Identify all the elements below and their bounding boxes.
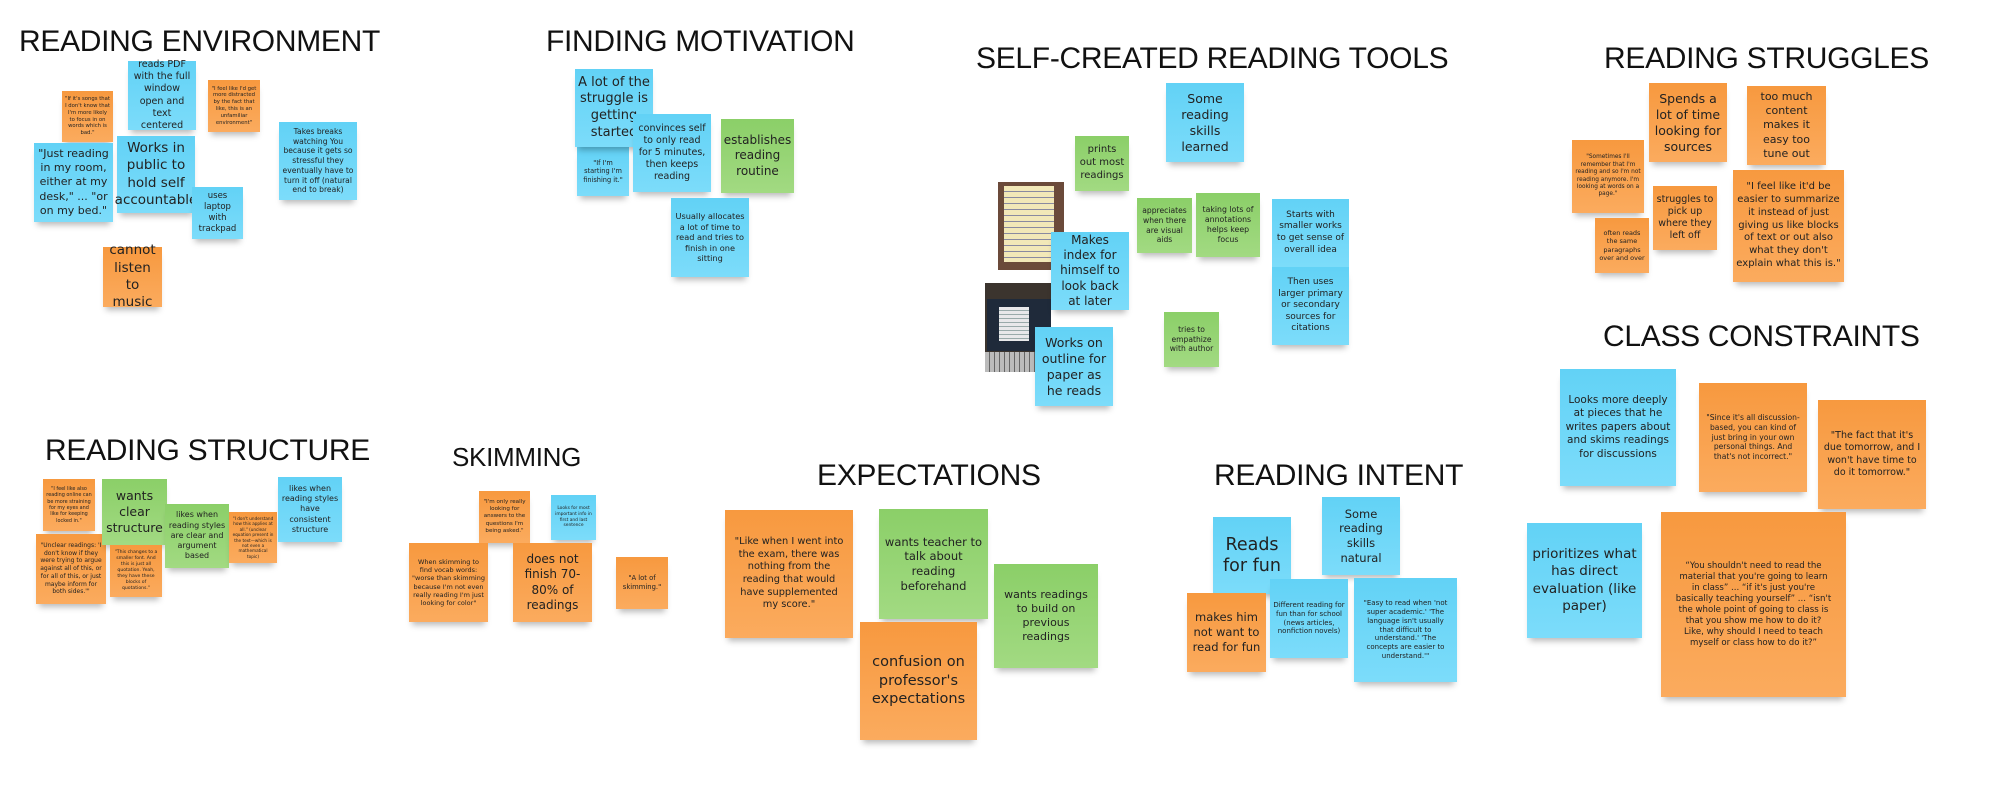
sticky-note[interactable]: struggles to pick up where they left off bbox=[1653, 186, 1717, 250]
cluster-title-expectations: EXPECTATIONS bbox=[817, 459, 1041, 492]
sticky-note[interactable]: "Unclear readings: 'I don't know if they… bbox=[36, 534, 106, 604]
sticky-note[interactable]: taking lots of annotations helps keep fo… bbox=[1196, 193, 1260, 257]
sticky-note[interactable]: Looks for most important info in first a… bbox=[551, 495, 596, 540]
sticky-note[interactable]: establishes reading routine bbox=[721, 119, 794, 193]
cluster-title-reading-intent: READING INTENT bbox=[1214, 459, 1464, 492]
sticky-note[interactable]: appreciates when there are visual aids bbox=[1137, 198, 1192, 253]
sticky-note[interactable]: prints out most readings bbox=[1075, 136, 1129, 191]
cluster-title-reading-struggles: READING STRUGGLES bbox=[1604, 42, 1929, 75]
cluster-title-finding-motivation: FINDING MOTIVATION bbox=[546, 25, 855, 58]
sticky-note[interactable]: "I feel like also reading online can be … bbox=[43, 479, 95, 531]
sticky-note[interactable]: Works in public to hold self accountable bbox=[115, 136, 197, 213]
sticky-note[interactable]: uses laptop with trackpad bbox=[192, 187, 243, 239]
sticky-note[interactable]: "I don't understand how this applies at … bbox=[229, 512, 277, 563]
sticky-note[interactable]: reads PDF with the full window open and … bbox=[128, 59, 196, 131]
sticky-note[interactable]: "Just reading in my room, either at my d… bbox=[34, 143, 113, 222]
cluster-title-self-created-reading-tools: SELF-CREATED READING TOOLS bbox=[976, 42, 1449, 75]
sticky-note[interactable]: "A lot of skimming." bbox=[616, 557, 668, 609]
sticky-note[interactable]: prioritizes what has direct evaluation (… bbox=[1527, 523, 1642, 638]
sticky-note[interactable]: "I feel like I'd get more distracted by … bbox=[208, 80, 260, 132]
sticky-note[interactable]: Looks more deeply at pieces that he writ… bbox=[1560, 369, 1676, 486]
sticky-note[interactable]: does not finish 70-80% of readings bbox=[513, 543, 592, 622]
sticky-note[interactable]: confusion on professor's expectations bbox=[860, 622, 977, 740]
cluster-title-skimming: SKIMMING bbox=[452, 442, 582, 472]
cluster-title-class-constraints: CLASS CONSTRAINTS bbox=[1603, 320, 1920, 353]
cluster-title-reading-environment: READING ENVIRONMENT bbox=[19, 25, 380, 58]
sticky-note[interactable]: too much content makes it easy too tune … bbox=[1747, 86, 1826, 165]
sticky-note[interactable]: Makes index for himself to look back at … bbox=[1051, 232, 1129, 310]
sticky-note[interactable]: "Since it's all discussion-based, you ca… bbox=[1699, 383, 1807, 492]
sticky-note[interactable]: "Sometimes I'll remember that I'm readin… bbox=[1572, 140, 1644, 213]
sticky-note[interactable]: Takes breaks watching You because it get… bbox=[279, 122, 357, 200]
sticky-note[interactable]: often reads the same paragraphs over and… bbox=[1595, 218, 1649, 273]
sticky-note[interactable]: convinces self to only read for 5 minute… bbox=[633, 114, 711, 192]
sticky-note[interactable]: "If it's songs that I don't know that I'… bbox=[62, 91, 113, 142]
sticky-note[interactable]: "I feel like it'd be easier to summarize… bbox=[1733, 170, 1844, 282]
sticky-note[interactable]: wants teacher to talk about reading befo… bbox=[879, 509, 988, 619]
sticky-note[interactable]: “You shouldn't need to read the material… bbox=[1661, 512, 1846, 697]
sticky-note[interactable]: Different reading for fun than for schoo… bbox=[1270, 579, 1348, 658]
cluster-title-reading-structure: READING STRUCTURE bbox=[45, 434, 370, 467]
sticky-note[interactable]: "Easy to read when 'not super academic.'… bbox=[1354, 578, 1457, 682]
sticky-note[interactable]: wants readings to build on previous read… bbox=[994, 564, 1098, 668]
sticky-note[interactable]: wants clear structure bbox=[102, 479, 167, 545]
sticky-note[interactable]: tries to empathize with author bbox=[1164, 312, 1219, 367]
sticky-note[interactable]: "Like when I went into the exam, there w… bbox=[725, 510, 853, 638]
sticky-note[interactable]: likes when reading styles are clear and … bbox=[165, 504, 229, 568]
sticky-note[interactable]: likes when reading styles have consisten… bbox=[278, 477, 342, 542]
sticky-note[interactable]: When skimming to find vocab words: "wors… bbox=[409, 543, 488, 622]
sticky-note[interactable]: Then uses larger primary or secondary so… bbox=[1272, 267, 1349, 345]
sticky-note[interactable]: cannot listen to music bbox=[103, 242, 162, 310]
sticky-note[interactable]: "This changes to a smaller font. And thi… bbox=[110, 545, 162, 597]
sticky-note[interactable]: Some reading skills learned bbox=[1166, 83, 1244, 162]
sticky-note[interactable]: Usually allocates a lot of time to read … bbox=[671, 198, 749, 277]
sticky-note[interactable]: "If I'm starting I'm finishing it." bbox=[577, 147, 629, 196]
sticky-note[interactable]: Starts with smaller works to get sense o… bbox=[1272, 199, 1349, 267]
sticky-note[interactable]: Some reading skills natural bbox=[1322, 497, 1400, 575]
sticky-note[interactable]: Spends a lot of time looking for sources bbox=[1649, 83, 1727, 162]
sticky-note[interactable]: Works on outline for paper as he reads bbox=[1035, 327, 1113, 406]
sticky-note[interactable]: makes him not want to read for fun bbox=[1187, 593, 1266, 672]
sticky-note[interactable]: "The fact that it's due tomorrow, and I … bbox=[1818, 400, 1926, 509]
sticky-note[interactable]: "I'm only really looking for answers to … bbox=[479, 491, 530, 543]
